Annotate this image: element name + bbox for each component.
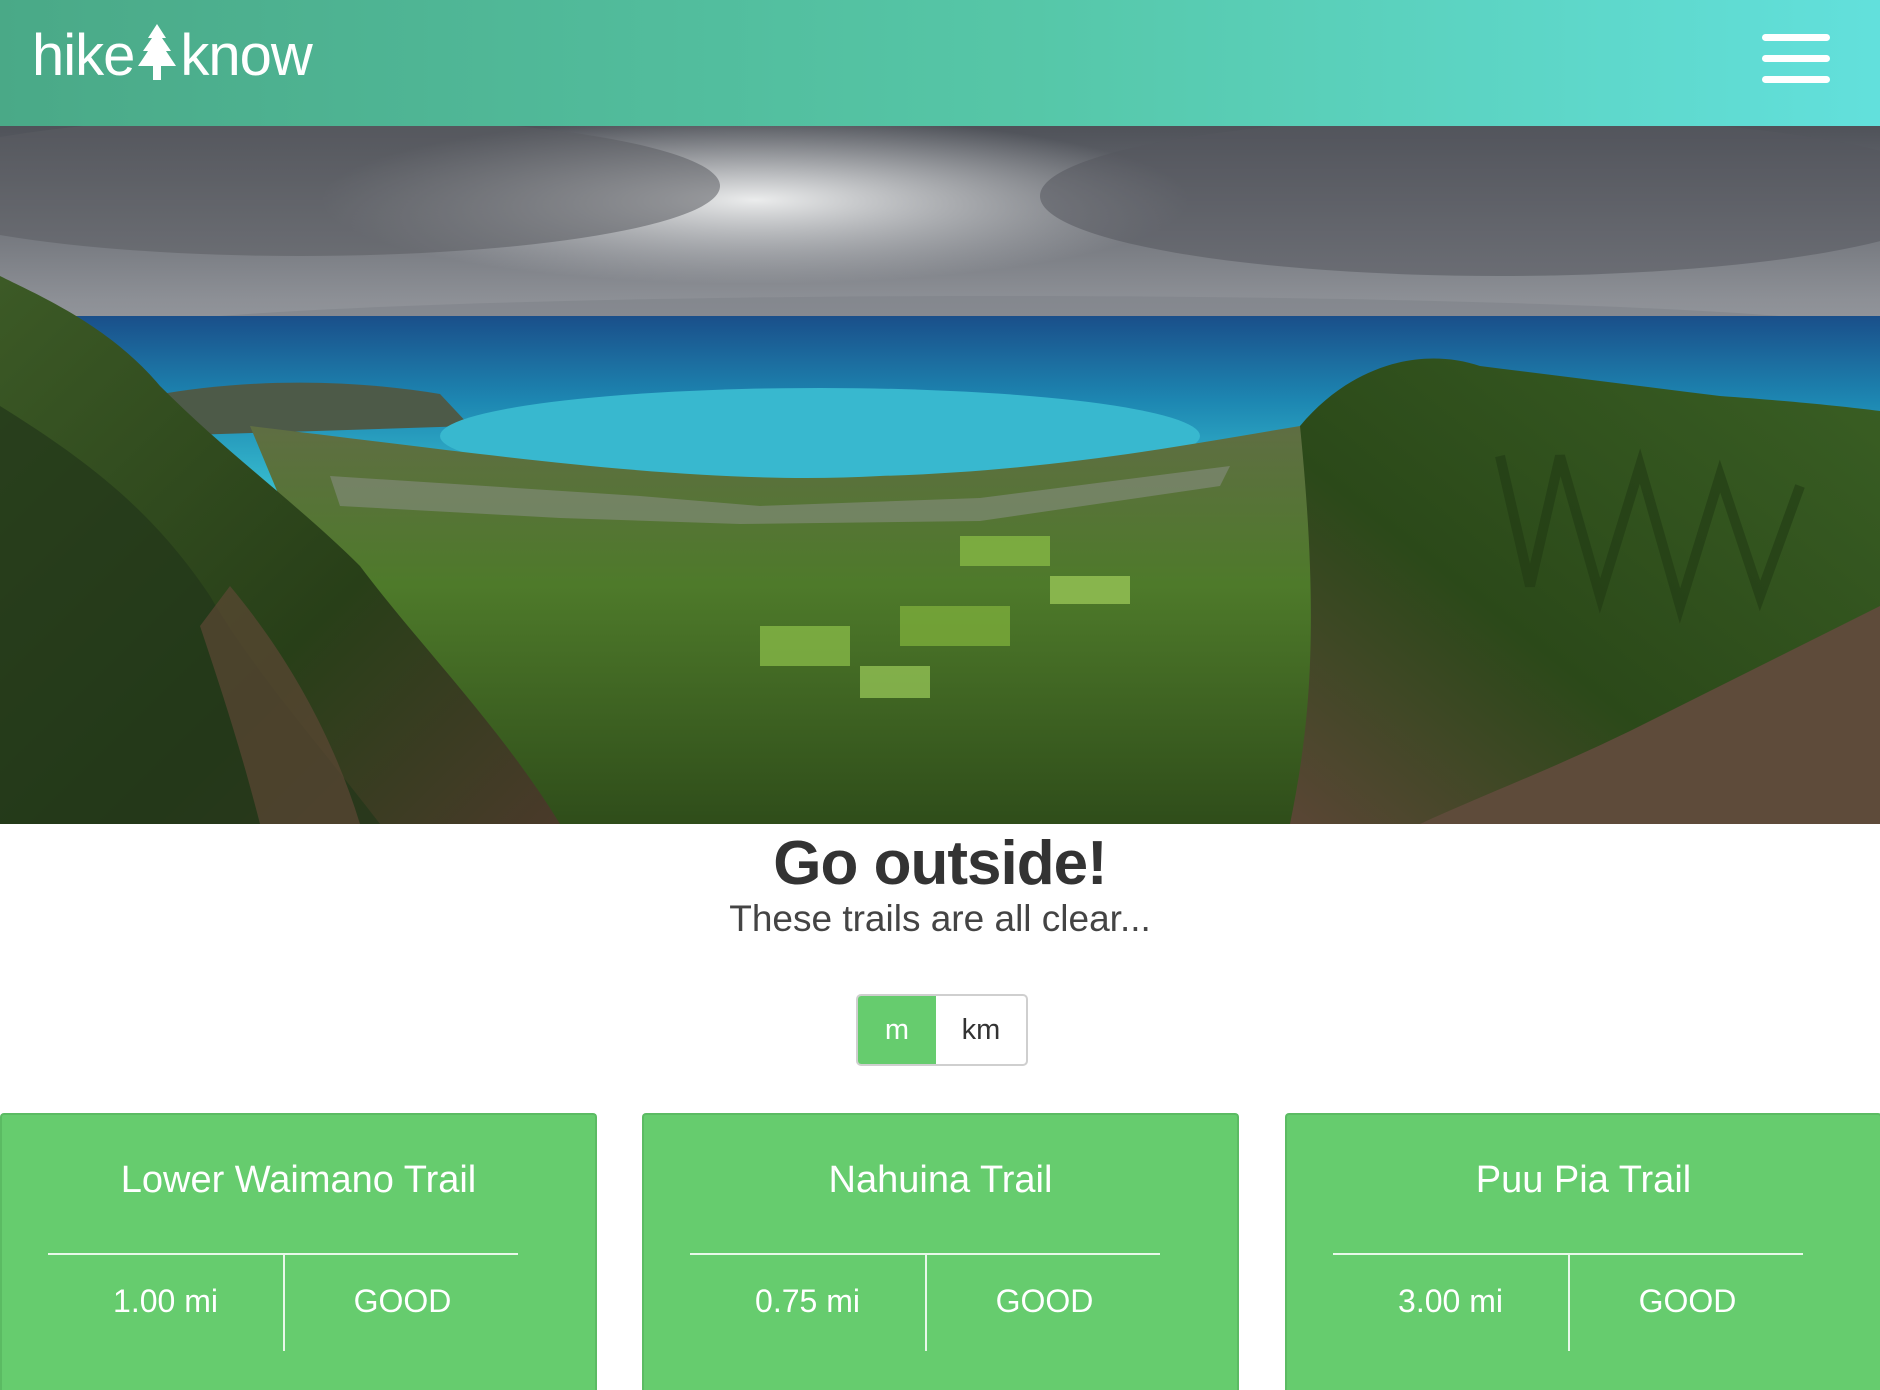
pine-tree-icon — [136, 22, 178, 88]
trail-condition: GOOD — [1638, 1283, 1737, 1319]
trail-distance: 3.00 mi — [1398, 1283, 1503, 1319]
top-header: hike know — [0, 0, 1880, 126]
trail-card[interactable]: Puu Pia Trail 3.00 mi GOOD — [1285, 1113, 1880, 1390]
logo-text-hike: hike — [32, 22, 135, 88]
hamburger-menu-icon[interactable] — [1762, 34, 1830, 84]
trail-condition: GOOD — [995, 1283, 1094, 1319]
trail-distance: 1.00 mi — [113, 1283, 218, 1319]
hikeknow-logo[interactable]: hike know — [32, 20, 313, 90]
trail-name: Puu Pia Trail — [1475, 1159, 1692, 1201]
trail-name: Nahuina Trail — [828, 1159, 1053, 1201]
trail-card[interactable]: Nahuina Trail 0.75 mi GOOD — [642, 1113, 1239, 1390]
trail-condition: GOOD — [353, 1283, 452, 1319]
trail-distance: 0.75 mi — [755, 1283, 860, 1319]
trail-name: Lower Waimano Trail — [120, 1159, 477, 1201]
unit-button-km[interactable]: km — [936, 996, 1026, 1064]
page-headline: Go outside! — [773, 829, 1107, 898]
unit-button-m[interactable]: m — [858, 996, 936, 1064]
page-subheadline: These trails are all clear... — [729, 898, 1151, 939]
unit-toggle: m km — [856, 994, 1028, 1066]
hero-image — [0, 126, 1880, 824]
trail-card[interactable]: Lower Waimano Trail 1.00 mi GOOD — [0, 1113, 597, 1390]
logo-text-know: know — [180, 22, 312, 88]
